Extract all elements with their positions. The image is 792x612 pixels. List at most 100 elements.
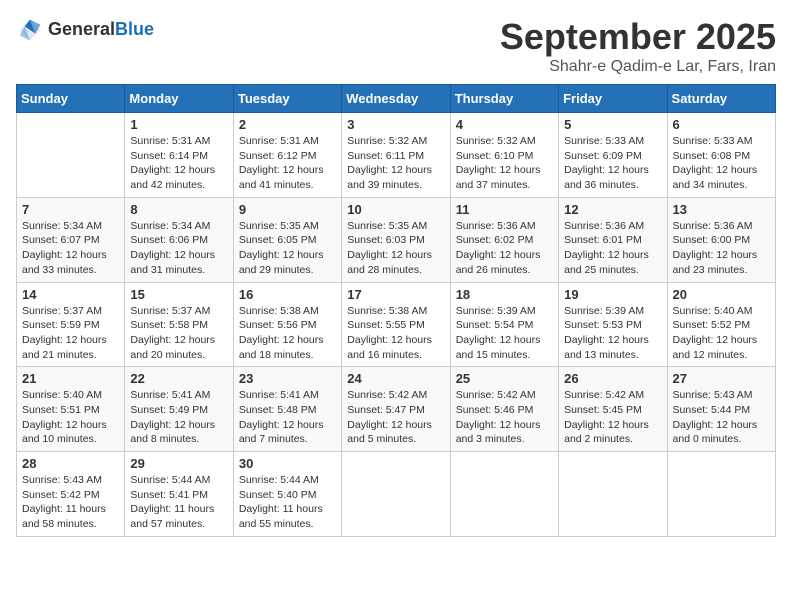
day-number: 19 [564, 287, 661, 302]
logo-blue: Blue [115, 20, 154, 40]
calendar-cell: 18Sunrise: 5:39 AM Sunset: 5:54 PM Dayli… [450, 282, 558, 367]
day-number: 7 [22, 202, 119, 217]
day-number: 4 [456, 117, 553, 132]
day-detail: Sunrise: 5:33 AM Sunset: 6:08 PM Dayligh… [673, 134, 770, 193]
weekday-header-saturday: Saturday [667, 85, 775, 113]
day-detail: Sunrise: 5:42 AM Sunset: 5:45 PM Dayligh… [564, 388, 661, 447]
day-detail: Sunrise: 5:36 AM Sunset: 6:02 PM Dayligh… [456, 219, 553, 278]
calendar-cell [342, 452, 450, 537]
day-number: 3 [347, 117, 444, 132]
day-detail: Sunrise: 5:32 AM Sunset: 6:10 PM Dayligh… [456, 134, 553, 193]
calendar-cell: 14 Sunrise: 5:37 AM Sunset: 5:59 PM Dayli… [17, 282, 125, 367]
calendar-week-1: 1 Sunrise: 5:31 AM Sunset: 6:14 PM Daylig… [17, 113, 776, 198]
day-number: 10 [347, 202, 444, 217]
calendar-cell: 19Sunrise: 5:39 AM Sunset: 5:53 PM Dayli… [559, 282, 667, 367]
location-subtitle: Shahr-e Qadim-e Lar, Fars, Iran [500, 58, 776, 76]
calendar-cell [559, 452, 667, 537]
day-number: 21 [22, 371, 119, 386]
day-detail: Sunrise: 5:33 AM Sunset: 6:09 PM Dayligh… [564, 134, 661, 193]
weekday-header-wednesday: Wednesday [342, 85, 450, 113]
calendar-cell: 30Sunrise: 5:44 AM Sunset: 5:40 PM Dayli… [233, 452, 341, 537]
calendar-cell: 24 Sunrise: 5:42 AM Sunset: 5:47 PM Dayli… [342, 367, 450, 452]
day-number: 5 [564, 117, 661, 132]
day-detail: Sunrise: 5:38 AM Sunset: 5:55 PM Dayligh… [347, 304, 444, 363]
weekday-header-row: SundayMondayTuesdayWednesdayThursdayFrid… [17, 85, 776, 113]
day-number: 25 [456, 371, 553, 386]
day-detail: Sunrise: 5:36 AM Sunset: 6:00 PM Dayligh… [673, 219, 770, 278]
day-number: 28 [22, 456, 119, 471]
weekday-header-thursday: Thursday [450, 85, 558, 113]
day-detail: Sunrise: 5:40 AM Sunset: 5:52 PM Dayligh… [673, 304, 770, 363]
day-detail: Sunrise: 5:44 AM Sunset: 5:41 PM Dayligh… [130, 473, 227, 532]
calendar-week-3: 14 Sunrise: 5:37 AM Sunset: 5:59 PM Dayli… [17, 282, 776, 367]
weekday-header-sunday: Sunday [17, 85, 125, 113]
calendar-cell: 9 Sunrise: 5:35 AM Sunset: 6:05 PM Daylig… [233, 197, 341, 282]
day-number: 26 [564, 371, 661, 386]
day-detail: Sunrise: 5:37 AM Sunset: 5:59 PM Dayligh… [22, 304, 119, 363]
day-number: 13 [673, 202, 770, 217]
calendar-week-2: 7 Sunrise: 5:34 AM Sunset: 6:07 PM Daylig… [17, 197, 776, 282]
page-header: General Blue September 2025 Shahr-e Qadi… [16, 16, 776, 76]
calendar-cell: 20 Sunrise: 5:40 AM Sunset: 5:52 PM Dayli… [667, 282, 775, 367]
weekday-header-friday: Friday [559, 85, 667, 113]
day-detail: Sunrise: 5:41 AM Sunset: 5:48 PM Dayligh… [239, 388, 336, 447]
calendar-cell [667, 452, 775, 537]
day-number: 20 [673, 287, 770, 302]
day-detail: Sunrise: 5:34 AM Sunset: 6:06 PM Dayligh… [130, 219, 227, 278]
calendar-cell: 11 Sunrise: 5:36 AM Sunset: 6:02 PM Dayli… [450, 197, 558, 282]
logo: General Blue [16, 16, 154, 44]
month-title: September 2025 [500, 16, 776, 58]
day-detail: Sunrise: 5:41 AM Sunset: 5:49 PM Dayligh… [130, 388, 227, 447]
day-number: 30 [239, 456, 336, 471]
day-number: 16 [239, 287, 336, 302]
day-detail: Sunrise: 5:38 AM Sunset: 5:56 PM Dayligh… [239, 304, 336, 363]
calendar-cell: 16 Sunrise: 5:38 AM Sunset: 5:56 PM Dayli… [233, 282, 341, 367]
day-detail: Sunrise: 5:42 AM Sunset: 5:46 PM Dayligh… [456, 388, 553, 447]
logo-icon [16, 16, 44, 44]
day-number: 11 [456, 202, 553, 217]
calendar-cell: 10Sunrise: 5:35 AM Sunset: 6:03 PM Dayli… [342, 197, 450, 282]
calendar-week-4: 21 Sunrise: 5:40 AM Sunset: 5:51 PM Dayli… [17, 367, 776, 452]
calendar-cell: 17Sunrise: 5:38 AM Sunset: 5:55 PM Dayli… [342, 282, 450, 367]
day-number: 1 [130, 117, 227, 132]
day-number: 9 [239, 202, 336, 217]
day-detail: Sunrise: 5:36 AM Sunset: 6:01 PM Dayligh… [564, 219, 661, 278]
calendar-cell [450, 452, 558, 537]
logo-general: General [48, 20, 115, 40]
day-number: 14 [22, 287, 119, 302]
calendar-cell: 4 Sunrise: 5:32 AM Sunset: 6:10 PM Daylig… [450, 113, 558, 198]
calendar-cell [17, 113, 125, 198]
calendar-cell: 6 Sunrise: 5:33 AM Sunset: 6:08 PM Daylig… [667, 113, 775, 198]
calendar-cell: 7 Sunrise: 5:34 AM Sunset: 6:07 PM Daylig… [17, 197, 125, 282]
day-number: 23 [239, 371, 336, 386]
day-number: 12 [564, 202, 661, 217]
day-number: 8 [130, 202, 227, 217]
calendar-cell: 12 Sunrise: 5:36 AM Sunset: 6:01 PM Dayli… [559, 197, 667, 282]
day-number: 29 [130, 456, 227, 471]
calendar-cell: 13 Sunrise: 5:36 AM Sunset: 6:00 PM Dayli… [667, 197, 775, 282]
weekday-header-monday: Monday [125, 85, 233, 113]
day-detail: Sunrise: 5:34 AM Sunset: 6:07 PM Dayligh… [22, 219, 119, 278]
calendar-week-5: 28Sunrise: 5:43 AM Sunset: 5:42 PM Dayli… [17, 452, 776, 537]
day-detail: Sunrise: 5:43 AM Sunset: 5:44 PM Dayligh… [673, 388, 770, 447]
day-detail: Sunrise: 5:31 AM Sunset: 6:14 PM Dayligh… [130, 134, 227, 193]
calendar-cell: 21 Sunrise: 5:40 AM Sunset: 5:51 PM Dayli… [17, 367, 125, 452]
calendar-cell: 8 Sunrise: 5:34 AM Sunset: 6:06 PM Daylig… [125, 197, 233, 282]
day-detail: Sunrise: 5:42 AM Sunset: 5:47 PM Dayligh… [347, 388, 444, 447]
title-block: September 2025 Shahr-e Qadim-e Lar, Fars… [500, 16, 776, 76]
day-number: 22 [130, 371, 227, 386]
day-detail: Sunrise: 5:35 AM Sunset: 6:05 PM Dayligh… [239, 219, 336, 278]
day-number: 2 [239, 117, 336, 132]
calendar-cell: 25 Sunrise: 5:42 AM Sunset: 5:46 PM Dayli… [450, 367, 558, 452]
weekday-header-tuesday: Tuesday [233, 85, 341, 113]
calendar-cell: 3 Sunrise: 5:32 AM Sunset: 6:11 PM Daylig… [342, 113, 450, 198]
day-number: 6 [673, 117, 770, 132]
calendar-cell: 15Sunrise: 5:37 AM Sunset: 5:58 PM Dayli… [125, 282, 233, 367]
day-detail: Sunrise: 5:31 AM Sunset: 6:12 PM Dayligh… [239, 134, 336, 193]
logo-text: General Blue [48, 20, 154, 40]
calendar-cell: 5 Sunrise: 5:33 AM Sunset: 6:09 PM Daylig… [559, 113, 667, 198]
day-number: 24 [347, 371, 444, 386]
day-detail: Sunrise: 5:40 AM Sunset: 5:51 PM Dayligh… [22, 388, 119, 447]
calendar-cell: 26 Sunrise: 5:42 AM Sunset: 5:45 PM Dayli… [559, 367, 667, 452]
day-detail: Sunrise: 5:32 AM Sunset: 6:11 PM Dayligh… [347, 134, 444, 193]
